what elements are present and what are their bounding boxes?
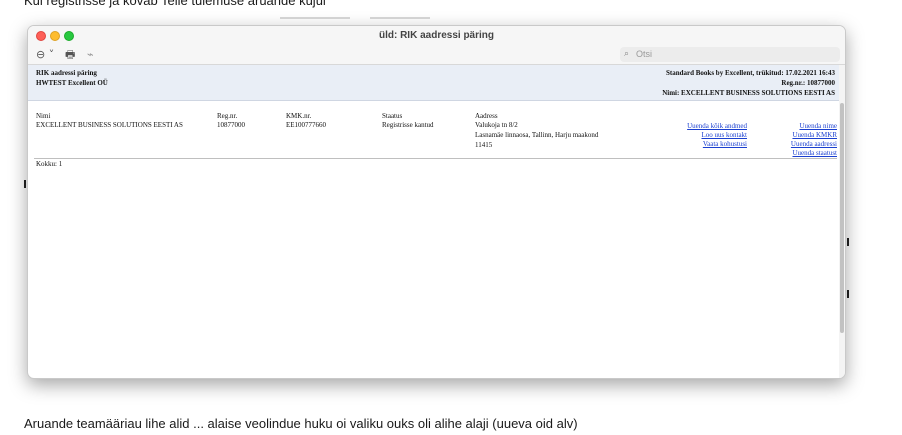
row-kmk: EE100777660: [286, 121, 327, 129]
report-header-right: Standard Books by Excellent, trükitud: 1…: [662, 68, 835, 98]
create-contact-link[interactable]: Loo uus kontakt: [702, 131, 748, 140]
background-edge-mark: [847, 290, 849, 298]
row-address-line: 11415: [475, 141, 493, 149]
update-status-link[interactable]: Uuenda staatust: [792, 149, 837, 158]
company-name: HWTEST Excellent OÜ: [36, 79, 108, 87]
update-address-link[interactable]: Uuenda aadressi: [791, 140, 837, 149]
column-header-regnr: Reg.nr.: [217, 112, 238, 120]
update-name-link[interactable]: Uuenda nime: [799, 122, 837, 131]
column-header-nimi: Nimi: [36, 112, 51, 120]
total-count: Kokku: 1: [36, 160, 63, 168]
printed-info: Standard Books by Excellent, trükitud: 1…: [666, 69, 835, 77]
view-obligations-link[interactable]: Vaata kohustusi: [703, 140, 747, 149]
row-address-line: Valukoja tn 8/2: [475, 121, 518, 129]
toolbar: ⊖ ˅ 🖶 ⌁ ⌕ Otsi: [28, 46, 845, 65]
print-icon[interactable]: 🖶: [65, 47, 75, 63]
report-window: üld: RIK aadressi päring ⊖ ˅ 🖶 ⌁ ⌕ Otsi …: [27, 25, 846, 379]
update-all-data-link[interactable]: Uuenda kõik andmed: [687, 122, 747, 131]
attach-icon[interactable]: ⌁: [87, 47, 94, 63]
row-status: Registrisse kantud: [382, 121, 434, 129]
background-edge-mark: [24, 180, 26, 188]
vertical-scrollbar[interactable]: [839, 65, 845, 378]
column-header-aadress: Aadress: [475, 112, 498, 120]
total-divider: [34, 158, 837, 159]
row-name: EXCELLENT BUSINESS SOLUTIONS EESTI AS: [36, 121, 183, 129]
report-title: RIK aadressi päring: [36, 69, 97, 77]
background-line: [280, 17, 350, 19]
search-icon: ⌕: [624, 49, 630, 59]
background-edge-mark: [847, 238, 849, 246]
search-input[interactable]: ⌕ Otsi: [620, 47, 840, 62]
document-bottom-text: Aruande teamääriau lihe alid ... alaise …: [24, 416, 578, 431]
row-address-line: Lasnamäe linnaosa, Tallinn, Harju maakon…: [475, 131, 599, 139]
report-content: RIK aadressi päring HWTEST Excellent OÜ …: [28, 65, 845, 378]
more-options-icon[interactable]: ⊖ ˅: [36, 47, 54, 63]
background-line: [370, 17, 430, 19]
name-info: Nimi: EXCELLENT BUSINESS SOLUTIONS EESTI…: [662, 89, 835, 97]
search-placeholder: Otsi: [636, 49, 653, 59]
update-kmkr-link[interactable]: Uuenda KMKR: [792, 131, 837, 140]
scrollbar-thumb[interactable]: [840, 103, 844, 333]
window-title: üld: RIK aadressi päring: [378, 30, 495, 41]
title-bar: üld: RIK aadressi päring: [28, 26, 845, 46]
report-header: RIK aadressi päring HWTEST Excellent OÜ …: [28, 65, 839, 101]
document-top-text: Kui registrisse ja kõvab Teile tulemuse …: [24, 0, 326, 8]
row-regnr: 10877000: [217, 121, 245, 129]
reg-number-info: Reg.nr.: 10877000: [781, 79, 835, 87]
column-header-kmknr: KMK.nr.: [286, 112, 312, 120]
report-header-left: RIK aadressi päring HWTEST Excellent OÜ: [36, 68, 108, 88]
column-header-staatus: Staatus: [382, 112, 403, 120]
